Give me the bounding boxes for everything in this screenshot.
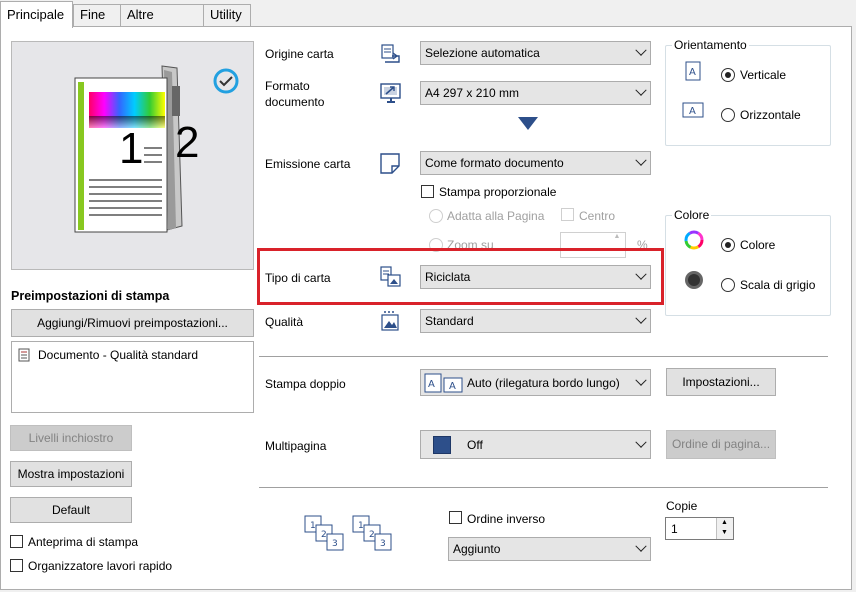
copies-spinner[interactable]: ▲ ▼ (716, 518, 733, 539)
quick-organizer-checkbox[interactable] (10, 559, 23, 572)
landscape-icon: A (682, 102, 704, 121)
paper-output-value: Come formato documento (425, 156, 564, 170)
duplex-icon: AA (424, 373, 464, 396)
color-label: Colore (740, 238, 776, 252)
divider (259, 487, 828, 488)
print-preview-label: Anteprima di stampa (28, 535, 139, 549)
center-checkbox[interactable] (561, 208, 574, 221)
copies-value: 1 (671, 522, 678, 536)
color-radio[interactable] (721, 238, 735, 252)
chevron-down-icon (635, 44, 647, 56)
proportional-print-label: Stampa proporzionale (439, 185, 557, 199)
grayscale-icon (684, 270, 704, 293)
color-wheel-icon (683, 229, 705, 254)
landscape-radio[interactable] (721, 108, 735, 122)
landscape-label: Orizzontale (740, 108, 801, 122)
collate-digit-1b: 1 (358, 521, 364, 531)
portrait-icon: A (685, 61, 701, 84)
duplex-value: Auto (rilegatura bordo lungo) (467, 376, 620, 390)
copies-input[interactable]: 1 ▲ ▼ (665, 517, 734, 540)
svg-text:A: A (449, 381, 456, 392)
multipage-select[interactable]: Off (420, 430, 651, 459)
chevron-down-icon (635, 312, 647, 324)
tab-altre-opzioni[interactable]: Altre opzioni (120, 4, 204, 42)
duplex-settings-button[interactable]: Impostazioni... (666, 368, 776, 396)
tab-utility[interactable]: Utility (203, 4, 251, 26)
collate-digit-3b: 3 (380, 539, 386, 549)
grayscale-label: Scala di grigio (740, 278, 816, 292)
collate-icon: 1 2 3 1 2 3 (303, 514, 399, 557)
reverse-order-checkbox[interactable] (449, 511, 462, 524)
collate-digit-1: 1 (310, 521, 316, 531)
default-button[interactable]: Default (10, 497, 132, 523)
paper-source-icon (379, 41, 403, 68)
presets-title: Preimpostazioni di stampa (11, 289, 170, 303)
add-remove-presets-button[interactable]: Aggiungi/Rimuovi preimpostazioni... (11, 309, 254, 337)
duplex-select[interactable]: AA Auto (rilegatura bordo lungo) (420, 369, 651, 396)
chevron-down-icon (635, 436, 647, 448)
preset-list-item[interactable]: Documento - Qualità standard (38, 348, 198, 362)
copies-label: Copie (666, 499, 698, 513)
document-icon (18, 348, 30, 362)
highlight-box (257, 248, 664, 305)
quality-icon (379, 309, 403, 336)
page-layout-icon (433, 436, 451, 454)
multipage-label: Multipagina (265, 439, 327, 453)
document-size-select[interactable]: A4 297 x 210 mm (420, 81, 651, 105)
quality-select[interactable]: Standard (420, 309, 651, 333)
quality-label: Qualità (265, 315, 304, 329)
multipage-value: Off (467, 438, 483, 452)
paper-output-select[interactable]: Come formato documento (420, 151, 651, 175)
grayscale-radio[interactable] (721, 278, 735, 292)
paper-output-icon (379, 151, 401, 178)
center-label: Centro (579, 209, 616, 223)
duplex-label: Stampa doppio (265, 377, 346, 391)
print-preview-image: 1 2 (11, 41, 254, 270)
collate-digit-2: 2 (321, 530, 327, 540)
reverse-order-label: Ordine inverso (467, 512, 546, 526)
fit-page-label: Adatta alla Pagina (447, 209, 545, 223)
quick-organizer-label: Organizzatore lavori rapido (28, 559, 173, 573)
tab-fine[interactable]: Fine (73, 4, 121, 26)
arrow-down-icon (518, 117, 538, 134)
chevron-down-icon (635, 84, 647, 96)
chevron-down-icon (635, 540, 647, 552)
portrait-label: Verticale (740, 68, 787, 82)
orientation-title: Orientamento (672, 38, 749, 52)
doc-size-label-line1: Formato (265, 79, 310, 93)
paper-source-select[interactable]: Selezione automatica (420, 41, 651, 65)
color-title: Colore (672, 208, 712, 222)
collate-digit-2b: 2 (369, 530, 375, 540)
fit-page-radio[interactable] (429, 209, 443, 223)
spin-up-icon[interactable]: ▲ (721, 519, 728, 526)
paper-source-value: Selezione automatica (425, 46, 540, 60)
tab-principale[interactable]: Principale (0, 1, 73, 28)
svg-text:A: A (689, 106, 696, 117)
page-number-1: 1 (119, 124, 144, 173)
chevron-down-icon (635, 374, 647, 386)
spin-up-icon[interactable]: ▲ (609, 233, 625, 245)
presets-list[interactable]: Documento - Qualità standard (11, 341, 254, 413)
collate-digit-3: 3 (332, 539, 338, 549)
portrait-radio[interactable] (721, 68, 735, 82)
show-settings-button[interactable]: Mostra impostazioni (10, 461, 132, 487)
paper-source-label: Origine carta (265, 47, 334, 61)
chevron-down-icon (635, 154, 647, 166)
divider (259, 356, 828, 357)
page-number-2: 2 (175, 118, 200, 167)
svg-text:A: A (428, 379, 435, 390)
svg-text:A: A (689, 67, 696, 78)
page-order-button[interactable]: Ordine di pagina... (666, 430, 776, 459)
quality-value: Standard (425, 314, 474, 328)
proportional-print-checkbox[interactable] (421, 185, 434, 198)
ink-levels-button[interactable]: Livelli inchiostro (10, 425, 132, 451)
doc-size-label-line2: documento (265, 95, 325, 109)
document-size-icon (379, 81, 403, 108)
collate-value: Aggiunto (453, 542, 501, 556)
spin-down-icon[interactable]: ▼ (721, 529, 728, 536)
collate-select[interactable]: Aggiunto (448, 537, 651, 561)
paper-output-label: Emissione carta (265, 157, 351, 171)
print-preview-checkbox[interactable] (10, 535, 23, 548)
document-size-value: A4 297 x 210 mm (425, 86, 520, 100)
